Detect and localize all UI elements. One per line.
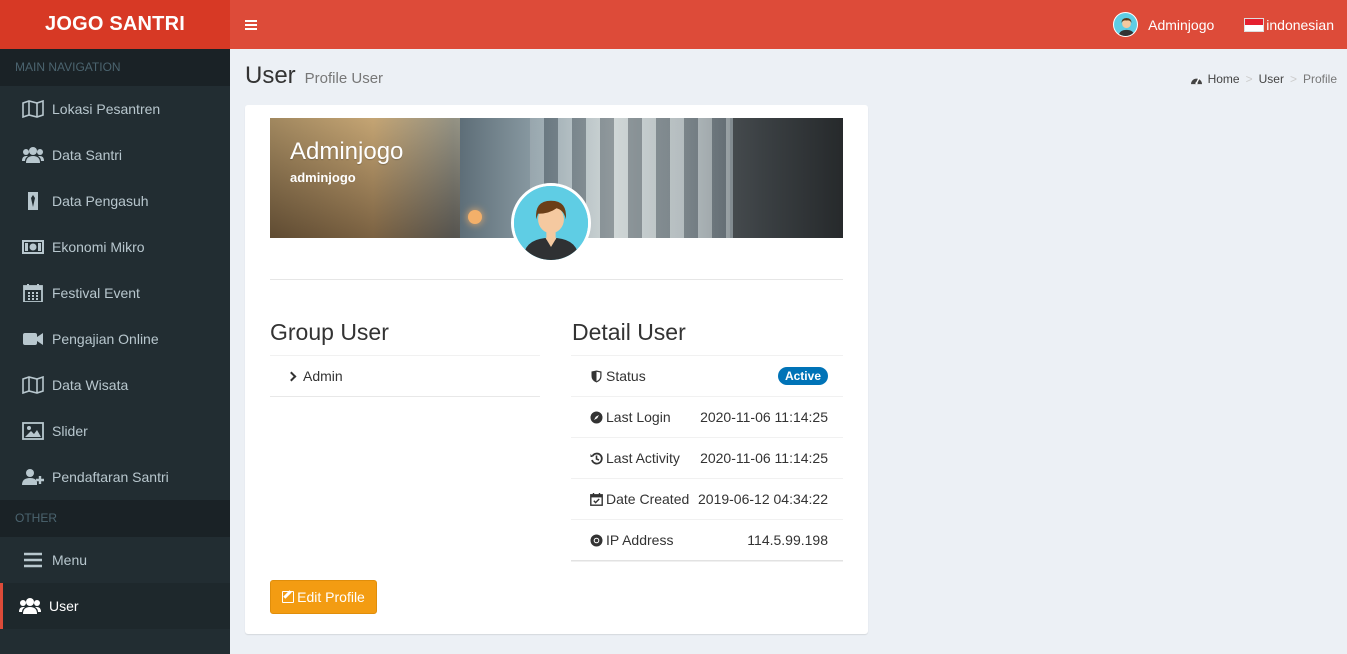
detail-label: IP Address <box>606 532 674 548</box>
breadcrumb-profile: Profile <box>1302 72 1337 86</box>
calendar-check-icon <box>589 492 603 506</box>
detail-last-activity: Last Activity 2020-11-06 11:14:25 <box>571 438 843 479</box>
money-icon <box>21 237 45 257</box>
detail-label: Last Activity <box>606 450 680 466</box>
sidebar-item-lokasi-pesantren[interactable]: Lokasi Pesantren <box>0 86 230 132</box>
profile-username: adminjogo <box>290 170 356 185</box>
sidebar-item-label: Festival Event <box>52 285 140 301</box>
user-name: Adminjogo <box>1148 16 1215 33</box>
detail-last-login: Last Login 2020-11-06 11:14:25 <box>571 397 843 438</box>
profile-box: Adminjogo adminjogo Group User Admin Det… <box>245 105 868 634</box>
content-header: User Profile User Home > User > Profile <box>245 62 1337 92</box>
avatar <box>1113 12 1139 37</box>
detail-date-created: Date Created 2019-06-12 04:34:22 <box>571 479 843 520</box>
group-label: Admin <box>303 368 343 384</box>
sidebar-item-label: Slider <box>52 423 88 439</box>
tie-icon <box>21 191 45 211</box>
sidebar-item-data-santri[interactable]: Data Santri <box>0 132 230 178</box>
edit-icon <box>282 591 295 603</box>
edit-profile-button[interactable]: Edit Profile <box>270 580 377 614</box>
sidebar: MAIN NAVIGATION Lokasi Pesantren Data Sa… <box>0 49 230 654</box>
user-menu[interactable]: Adminjogo <box>1098 0 1229 49</box>
sidebar-item-label: Menu <box>52 552 88 568</box>
list-item[interactable]: Admin <box>270 356 540 397</box>
divider <box>270 279 843 280</box>
chevron-right-icon <box>286 371 297 381</box>
language-selector[interactable]: indonesian <box>1229 0 1347 49</box>
sidebar-item-data-wisata[interactable]: Data Wisata <box>0 362 230 408</box>
group-user-title: Group User <box>270 319 389 345</box>
sidebar-item-pengajian-online[interactable]: Pengajian Online <box>0 316 230 362</box>
users-icon <box>21 145 45 165</box>
page-subtitle: Profile User <box>304 70 384 87</box>
breadcrumb: Home > User > Profile <box>1190 72 1337 86</box>
sidebar-item-data-pengasuh[interactable]: Data Pengasuh <box>0 178 230 224</box>
sidebar-item-label: Ekonomi Mikro <box>52 239 145 255</box>
edit-profile-label: Edit Profile <box>297 589 365 605</box>
app-logo[interactable]: JOGO SANTRI <box>0 0 230 49</box>
top-navbar: Adminjogo indonesian <box>230 0 1347 49</box>
sidebar-item-label: Data Santri <box>52 147 123 163</box>
detail-label: Status <box>606 368 646 384</box>
nav-header-main: MAIN NAVIGATION <box>0 49 230 86</box>
map-icon <box>21 375 45 395</box>
detail-value: 2020-11-06 11:14:25 <box>700 409 828 425</box>
detail-value: 114.5.99.198 <box>747 532 828 548</box>
dashboard-icon <box>1190 74 1203 85</box>
flag-icon <box>1244 17 1265 32</box>
breadcrumb-user[interactable]: User <box>1259 72 1284 86</box>
sidebar-item-slider[interactable]: Slider <box>0 408 230 454</box>
detail-value: 2019-06-12 04:34:22 <box>698 491 828 507</box>
compass-icon <box>589 410 603 424</box>
status-badge: Active <box>777 367 828 385</box>
shield-icon <box>589 369 603 383</box>
page-title: User <box>245 62 296 89</box>
breadcrumb-separator: > <box>1289 72 1297 86</box>
detail-ip-address: IP Address 114.5.99.198 <box>571 520 843 561</box>
sidebar-item-label: Pendaftaran Santri <box>52 469 169 485</box>
chrome-icon <box>589 533 603 547</box>
language-label: indonesian <box>1266 16 1334 33</box>
sidebar-item-user[interactable]: User <box>0 583 230 629</box>
breadcrumb-separator: > <box>1245 72 1253 86</box>
sidebar-item-ekonomi-mikro[interactable]: Ekonomi Mikro <box>0 224 230 270</box>
detail-status: Status Active <box>571 356 843 397</box>
divider <box>571 560 843 562</box>
bars-icon <box>21 550 45 570</box>
video-camera-icon <box>21 329 45 349</box>
profile-display-name: Adminjogo <box>290 138 404 165</box>
sidebar-item-menu[interactable]: Menu <box>0 537 230 583</box>
detail-value: 2020-11-06 11:14:25 <box>700 450 828 466</box>
history-icon <box>589 451 603 465</box>
sidebar-item-label: Lokasi Pesantren <box>52 101 161 117</box>
map-icon <box>21 99 45 119</box>
user-plus-icon <box>21 467 45 487</box>
sidebar-item-label: User <box>49 598 79 614</box>
sidebar-item-label: Pengajian Online <box>52 331 159 347</box>
detail-user-title: Detail User <box>572 319 686 345</box>
group-list: Admin <box>270 355 540 397</box>
image-icon <box>21 421 45 441</box>
users-icon <box>18 596 42 616</box>
detail-label: Last Login <box>606 409 671 425</box>
breadcrumb-home[interactable]: Home <box>1208 72 1240 86</box>
avatar <box>511 183 591 263</box>
sidebar-item-festival-event[interactable]: Festival Event <box>0 270 230 316</box>
bars-icon <box>245 19 257 30</box>
sidebar-item-label: Data Pengasuh <box>52 193 149 209</box>
sidebar-toggle-button[interactable] <box>230 0 272 49</box>
detail-list: Status Active Last Login 2020-11-06 11:1… <box>571 355 843 561</box>
nav-header-other: OTHER <box>0 500 230 537</box>
sidebar-item-label: Data Wisata <box>52 377 129 393</box>
detail-label: Date Created <box>606 491 690 507</box>
calendar-icon <box>21 283 45 303</box>
sidebar-item-pendaftaran-santri[interactable]: Pendaftaran Santri <box>0 454 230 500</box>
